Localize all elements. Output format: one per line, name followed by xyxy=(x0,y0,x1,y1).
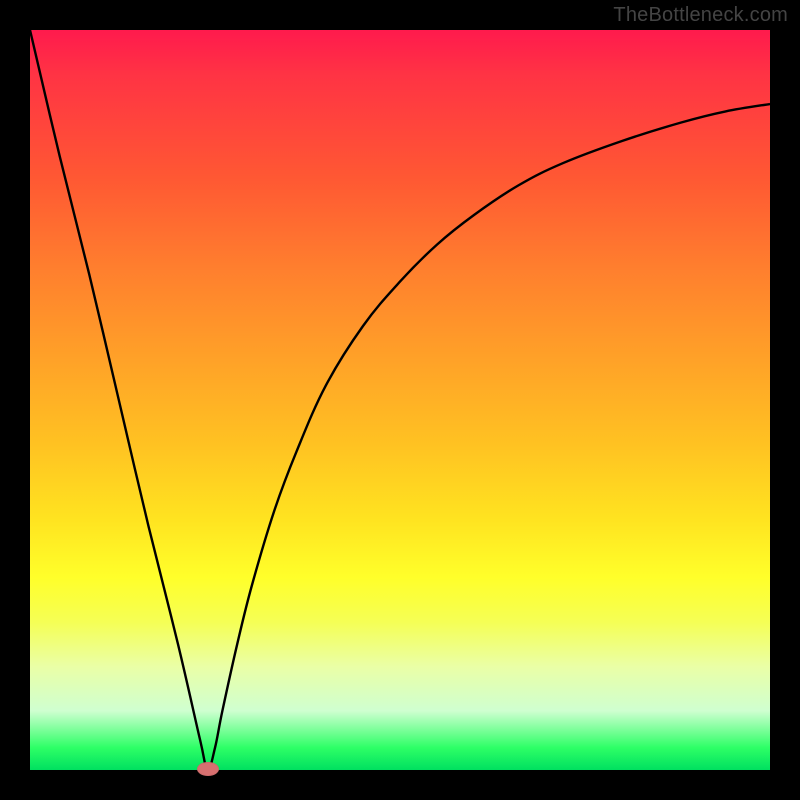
bottleneck-curve xyxy=(30,30,770,770)
watermark-text: TheBottleneck.com xyxy=(613,4,788,27)
outer-frame: TheBottleneck.com xyxy=(0,0,800,800)
chart-plot-area xyxy=(30,30,770,770)
optimum-marker xyxy=(197,762,219,776)
curve-path xyxy=(30,30,770,770)
